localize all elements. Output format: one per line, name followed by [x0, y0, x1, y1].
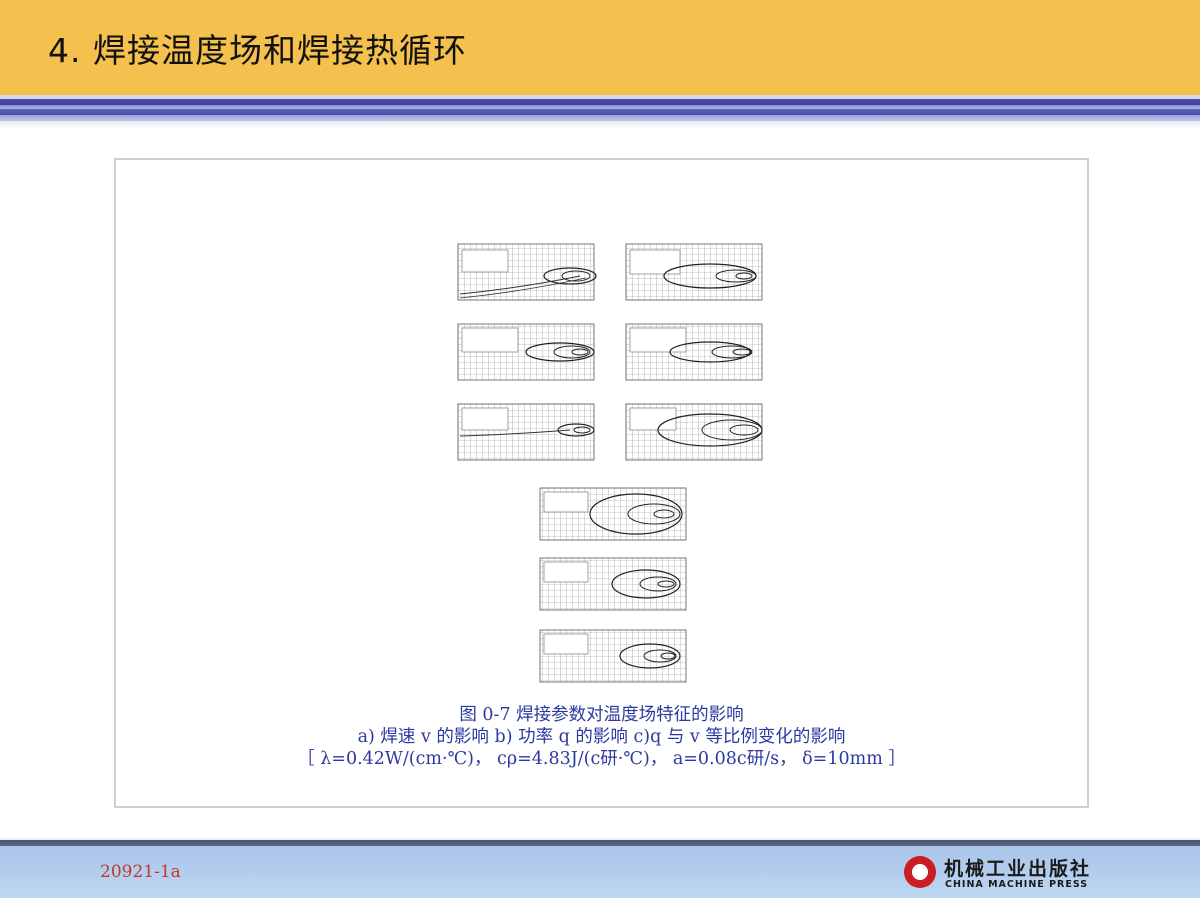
- caption-subfigures: a) 焊速 v 的影响 b) 功率 q 的影响 c)q 与 v 等比例变化的影响: [357, 727, 846, 747]
- publisher-name-en: CHINA MACHINE PRESS: [945, 879, 1089, 890]
- panel-a1: [457, 243, 597, 301]
- footer-code: 20921-1a: [100, 862, 181, 882]
- publisher-logo-block: 机械工业出版社 CHINA MACHINE PRESS: [904, 854, 1114, 894]
- caption-title: 图 0-7 焊接参数对温度场特征的影响: [459, 705, 744, 725]
- slide-title: 4. 焊接温度场和焊接热循环: [48, 31, 467, 70]
- publisher-emblem-icon: [904, 856, 936, 888]
- figure-caption: 图 0-7 焊接参数对温度场特征的影响 a) 焊速 v 的影响 b) 功率 q …: [114, 704, 1089, 770]
- panel-c1: [457, 403, 595, 461]
- panel-c2: [625, 403, 763, 461]
- temperature-field-figure: [440, 236, 786, 706]
- publisher-name-cn: 机械工业出版社: [944, 858, 1092, 880]
- panel-d3: [539, 629, 687, 683]
- title-divider-stripes: [0, 95, 1200, 129]
- panel-d1: [539, 487, 687, 541]
- title-bar: 4. 焊接温度场和焊接热循环: [0, 0, 1200, 95]
- panel-d2: [539, 557, 687, 611]
- panel-b1: [457, 323, 595, 381]
- panel-b2: [625, 323, 763, 381]
- panel-a2: [625, 243, 763, 301]
- caption-parameters: ［ λ=0.42W/(cm·℃)， cρ=4.83J/(c研·℃)， a=0.0…: [297, 749, 906, 769]
- isotherm-panels-image: [457, 243, 763, 683]
